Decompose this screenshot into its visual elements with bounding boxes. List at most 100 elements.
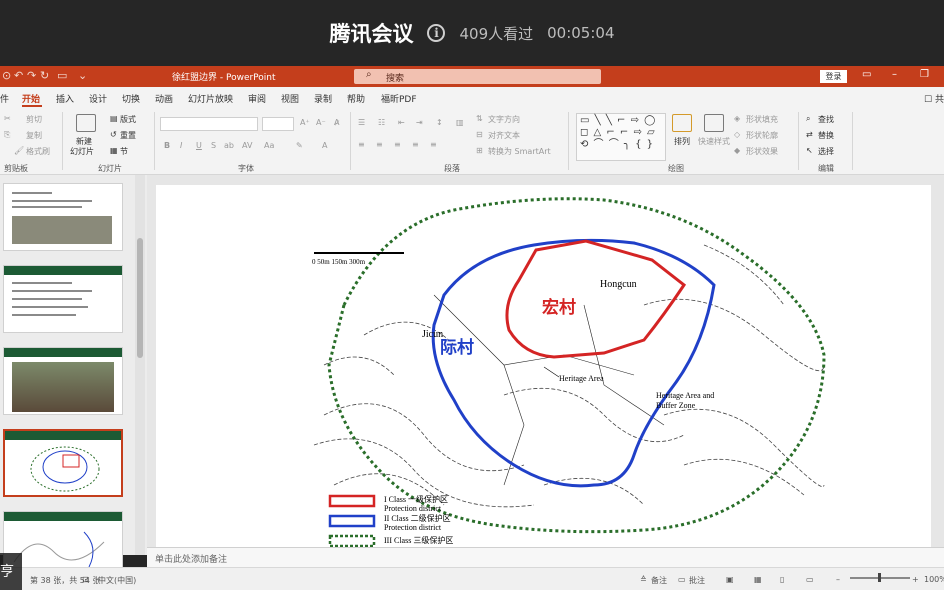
tab-review[interactable]: 审阅 [248, 92, 266, 105]
tab-help[interactable]: 帮助 [347, 92, 365, 105]
new-slide-label-2[interactable]: 幻灯片 [70, 146, 94, 157]
find-icon[interactable]: ⌕ [806, 114, 810, 124]
bold-icon[interactable]: B [164, 141, 170, 150]
slide-thumbnail-selected[interactable] [3, 429, 123, 497]
section-icon[interactable]: ▦ [110, 146, 118, 155]
slide-thumbnail[interactable] [3, 265, 123, 333]
zoom-out-icon[interactable]: – [836, 575, 840, 584]
clear-format-icon[interactable]: A̷ [334, 118, 339, 127]
slide[interactable]: 0 50m 150m 300m Hongcun 宏村 Jicun 际村 Heri… [156, 185, 931, 547]
change-case-icon[interactable]: Aa [264, 141, 274, 150]
tab-insert[interactable]: 插入 [56, 92, 74, 105]
thumbnail-scrollbar[interactable] [135, 175, 145, 555]
new-slide-icon[interactable] [76, 114, 96, 132]
customize-qat-icon[interactable]: ⌄ [78, 69, 87, 82]
align-text-button[interactable]: 对齐文本 [488, 130, 520, 141]
tab-transitions[interactable]: 切换 [122, 92, 140, 105]
reset-button[interactable]: 重置 [120, 130, 136, 141]
shape-outline-icon[interactable]: ◇ [734, 130, 740, 139]
zoom-level[interactable]: 100% [924, 575, 944, 584]
tab-slideshow[interactable]: 幻灯片放映 [188, 92, 233, 105]
cut-icon[interactable]: ✂ [4, 114, 11, 123]
tab-view[interactable]: 视图 [281, 92, 299, 105]
shapes-gallery[interactable]: ▭ ╲ ╲ ⌐ ⇨ ◯ ◻ △ ⌐ ⌐ ⇨ ▱ ⟲ ⌒ ⌒ ╮ { } [576, 113, 666, 161]
numbering-icon[interactable]: ☷ [378, 118, 385, 127]
tab-record[interactable]: 录制 [314, 92, 332, 105]
shape-effects-button[interactable]: 形状效果 [746, 146, 778, 157]
comments-icon[interactable]: ▭ [678, 575, 686, 584]
select-icon[interactable]: ↖ [806, 146, 813, 155]
copy-button[interactable]: 复制 [26, 130, 42, 141]
reset-icon[interactable]: ↺ [110, 130, 117, 139]
tab-animations[interactable]: 动画 [155, 92, 173, 105]
slide-sorter-icon[interactable]: ▦ [754, 575, 762, 584]
share-button[interactable]: ☐ 共 [924, 92, 944, 105]
smartart-button[interactable]: 转换为 SmartArt [488, 146, 551, 157]
scrollbar-thumb[interactable] [137, 238, 143, 358]
font-family-dropdown[interactable] [160, 117, 258, 131]
layout-icon[interactable]: ▤ [110, 114, 118, 123]
replace-icon[interactable]: ⇄ [806, 130, 813, 139]
increase-font-icon[interactable]: A⁺ [300, 118, 310, 127]
quick-styles-icon[interactable] [704, 114, 724, 132]
text-direction-button[interactable]: 文字方向 [488, 114, 520, 125]
font-color-icon[interactable]: A [322, 141, 327, 150]
align-text-icon[interactable]: ⊟ [476, 130, 483, 139]
smartart-icon[interactable]: ⊞ [476, 146, 483, 155]
present-icon[interactable]: ▭ [57, 69, 67, 82]
align-right-icon[interactable]: ≡ [394, 140, 401, 149]
shadow-icon[interactable]: S [211, 141, 216, 150]
format-painter-button[interactable]: 格式刷 [26, 146, 50, 157]
slide-thumbnail[interactable] [3, 347, 123, 415]
tab-design[interactable]: 设计 [89, 92, 107, 105]
decrease-indent-icon[interactable]: ⇤ [398, 118, 405, 127]
info-circle-icon[interactable]: i [427, 24, 446, 42]
slideshow-icon[interactable]: ▭ [806, 575, 814, 584]
distributed-icon[interactable]: ≡ [430, 140, 437, 149]
slide-thumbnail[interactable] [3, 183, 123, 251]
zoom-slider-knob[interactable] [878, 573, 881, 582]
select-button[interactable]: 选择 [818, 146, 834, 157]
layout-button[interactable]: 版式 [120, 114, 136, 125]
search-input[interactable]: ⌕ 搜索 [354, 69, 601, 84]
comments-button[interactable]: 批注 [689, 575, 705, 586]
redo-icon[interactable]: ↷ [27, 69, 36, 82]
text-direction-icon[interactable]: ⇅ [476, 114, 483, 123]
accessibility-icon[interactable]: ⊡ [82, 575, 89, 584]
tab-home[interactable]: 开始 [22, 92, 40, 105]
char-spacing-icon[interactable]: AV [242, 141, 252, 150]
increase-indent-icon[interactable]: ⇥ [416, 118, 423, 127]
repeat-icon[interactable]: ↻ [40, 69, 49, 82]
notes-pane[interactable]: 单击此处添加备注 [147, 547, 944, 567]
tab-file[interactable]: 件 [0, 92, 9, 105]
shape-outline-button[interactable]: 形状轮廓 [746, 130, 778, 141]
format-painter-icon[interactable]: 🖌 [14, 146, 24, 155]
undo-icon[interactable]: ↶ [14, 69, 23, 82]
login-button[interactable]: 登录 [820, 70, 847, 83]
strikethrough-icon[interactable]: ab [224, 141, 234, 150]
font-size-dropdown[interactable] [262, 117, 294, 131]
zoom-in-icon[interactable]: + [912, 575, 919, 584]
notes-icon[interactable]: ≙ [640, 575, 647, 584]
shape-fill-icon[interactable]: ◈ [734, 114, 740, 123]
underline-icon[interactable]: U [196, 141, 202, 150]
copy-icon[interactable]: ⎘ [4, 130, 10, 140]
arrange-button[interactable]: 排列 [674, 136, 690, 147]
reading-view-icon[interactable]: ▯ [780, 575, 784, 584]
quick-styles-button[interactable]: 快速样式 [698, 136, 730, 147]
language-indicator[interactable]: 中文(中国) [98, 575, 136, 586]
ribbon-display-icon[interactable]: ▭ [862, 69, 871, 80]
cut-button[interactable]: 剪切 [26, 114, 42, 125]
restore-icon[interactable]: ❐ [920, 69, 929, 80]
minimize-icon[interactable]: – [892, 69, 897, 80]
normal-view-icon[interactable]: ▣ [726, 575, 734, 584]
arrange-icon[interactable] [672, 114, 692, 132]
shape-fill-button[interactable]: 形状填充 [746, 114, 778, 125]
columns-icon[interactable]: ▥ [456, 118, 464, 127]
align-center-icon[interactable]: ≡ [376, 140, 383, 149]
section-button[interactable]: 节 [120, 146, 128, 157]
align-left-icon[interactable]: ≡ [358, 140, 365, 149]
decrease-font-icon[interactable]: A⁻ [316, 118, 326, 127]
notes-button[interactable]: 备注 [651, 575, 667, 586]
line-spacing-icon[interactable]: ↕ [436, 118, 443, 127]
